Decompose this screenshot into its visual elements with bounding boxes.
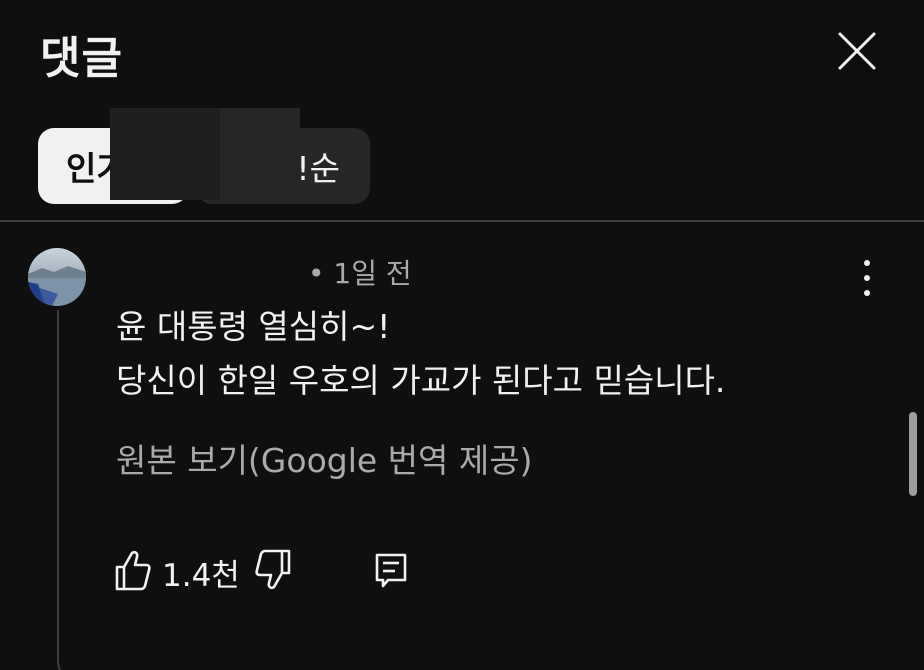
- reply-button[interactable]: [374, 552, 408, 590]
- avatar-image: [28, 248, 86, 306]
- like-button[interactable]: [114, 548, 152, 592]
- reply-thread-line: [57, 310, 97, 670]
- scrollbar[interactable]: [909, 412, 917, 496]
- comment-line-2: 당신이 한일 우호의 가교가 된다고 믿습니다.: [116, 361, 726, 400]
- thumb-down-icon: [255, 549, 291, 590]
- more-vert-icon-dot: [864, 260, 870, 266]
- dislike-button[interactable]: [254, 548, 292, 592]
- see-original-link[interactable]: 원본 보기(Google 번역 제공): [116, 434, 532, 482]
- comment-icon: [375, 553, 407, 588]
- header-divider: [0, 220, 924, 222]
- redaction-overlay-inner: [220, 108, 300, 200]
- more-vert-icon-dot: [864, 290, 870, 296]
- comment-line-1: 윤 대통령 열심히~!: [116, 307, 391, 346]
- more-vert-icon-dot: [864, 275, 870, 281]
- panel-title: 댓글: [40, 33, 123, 84]
- close-icon: [838, 32, 876, 70]
- thumb-up-icon: [115, 550, 151, 591]
- comments-panel: 댓글 인기 !순 • 1일 전 윤 대통령 열심히~! 당신이 한일 우호의 가…: [0, 0, 924, 670]
- avatar[interactable]: [28, 248, 86, 306]
- sort-chip-latest-label: !순: [296, 149, 340, 188]
- close-button[interactable]: [836, 30, 878, 72]
- comment-text: 윤 대통령 열심히~! 당신이 한일 우호의 가교가 된다고 믿습니다.: [116, 300, 725, 408]
- comment-meta: • 1일 전: [308, 257, 412, 290]
- more-options-button[interactable]: [852, 260, 882, 296]
- like-count: 1.4천: [162, 558, 240, 594]
